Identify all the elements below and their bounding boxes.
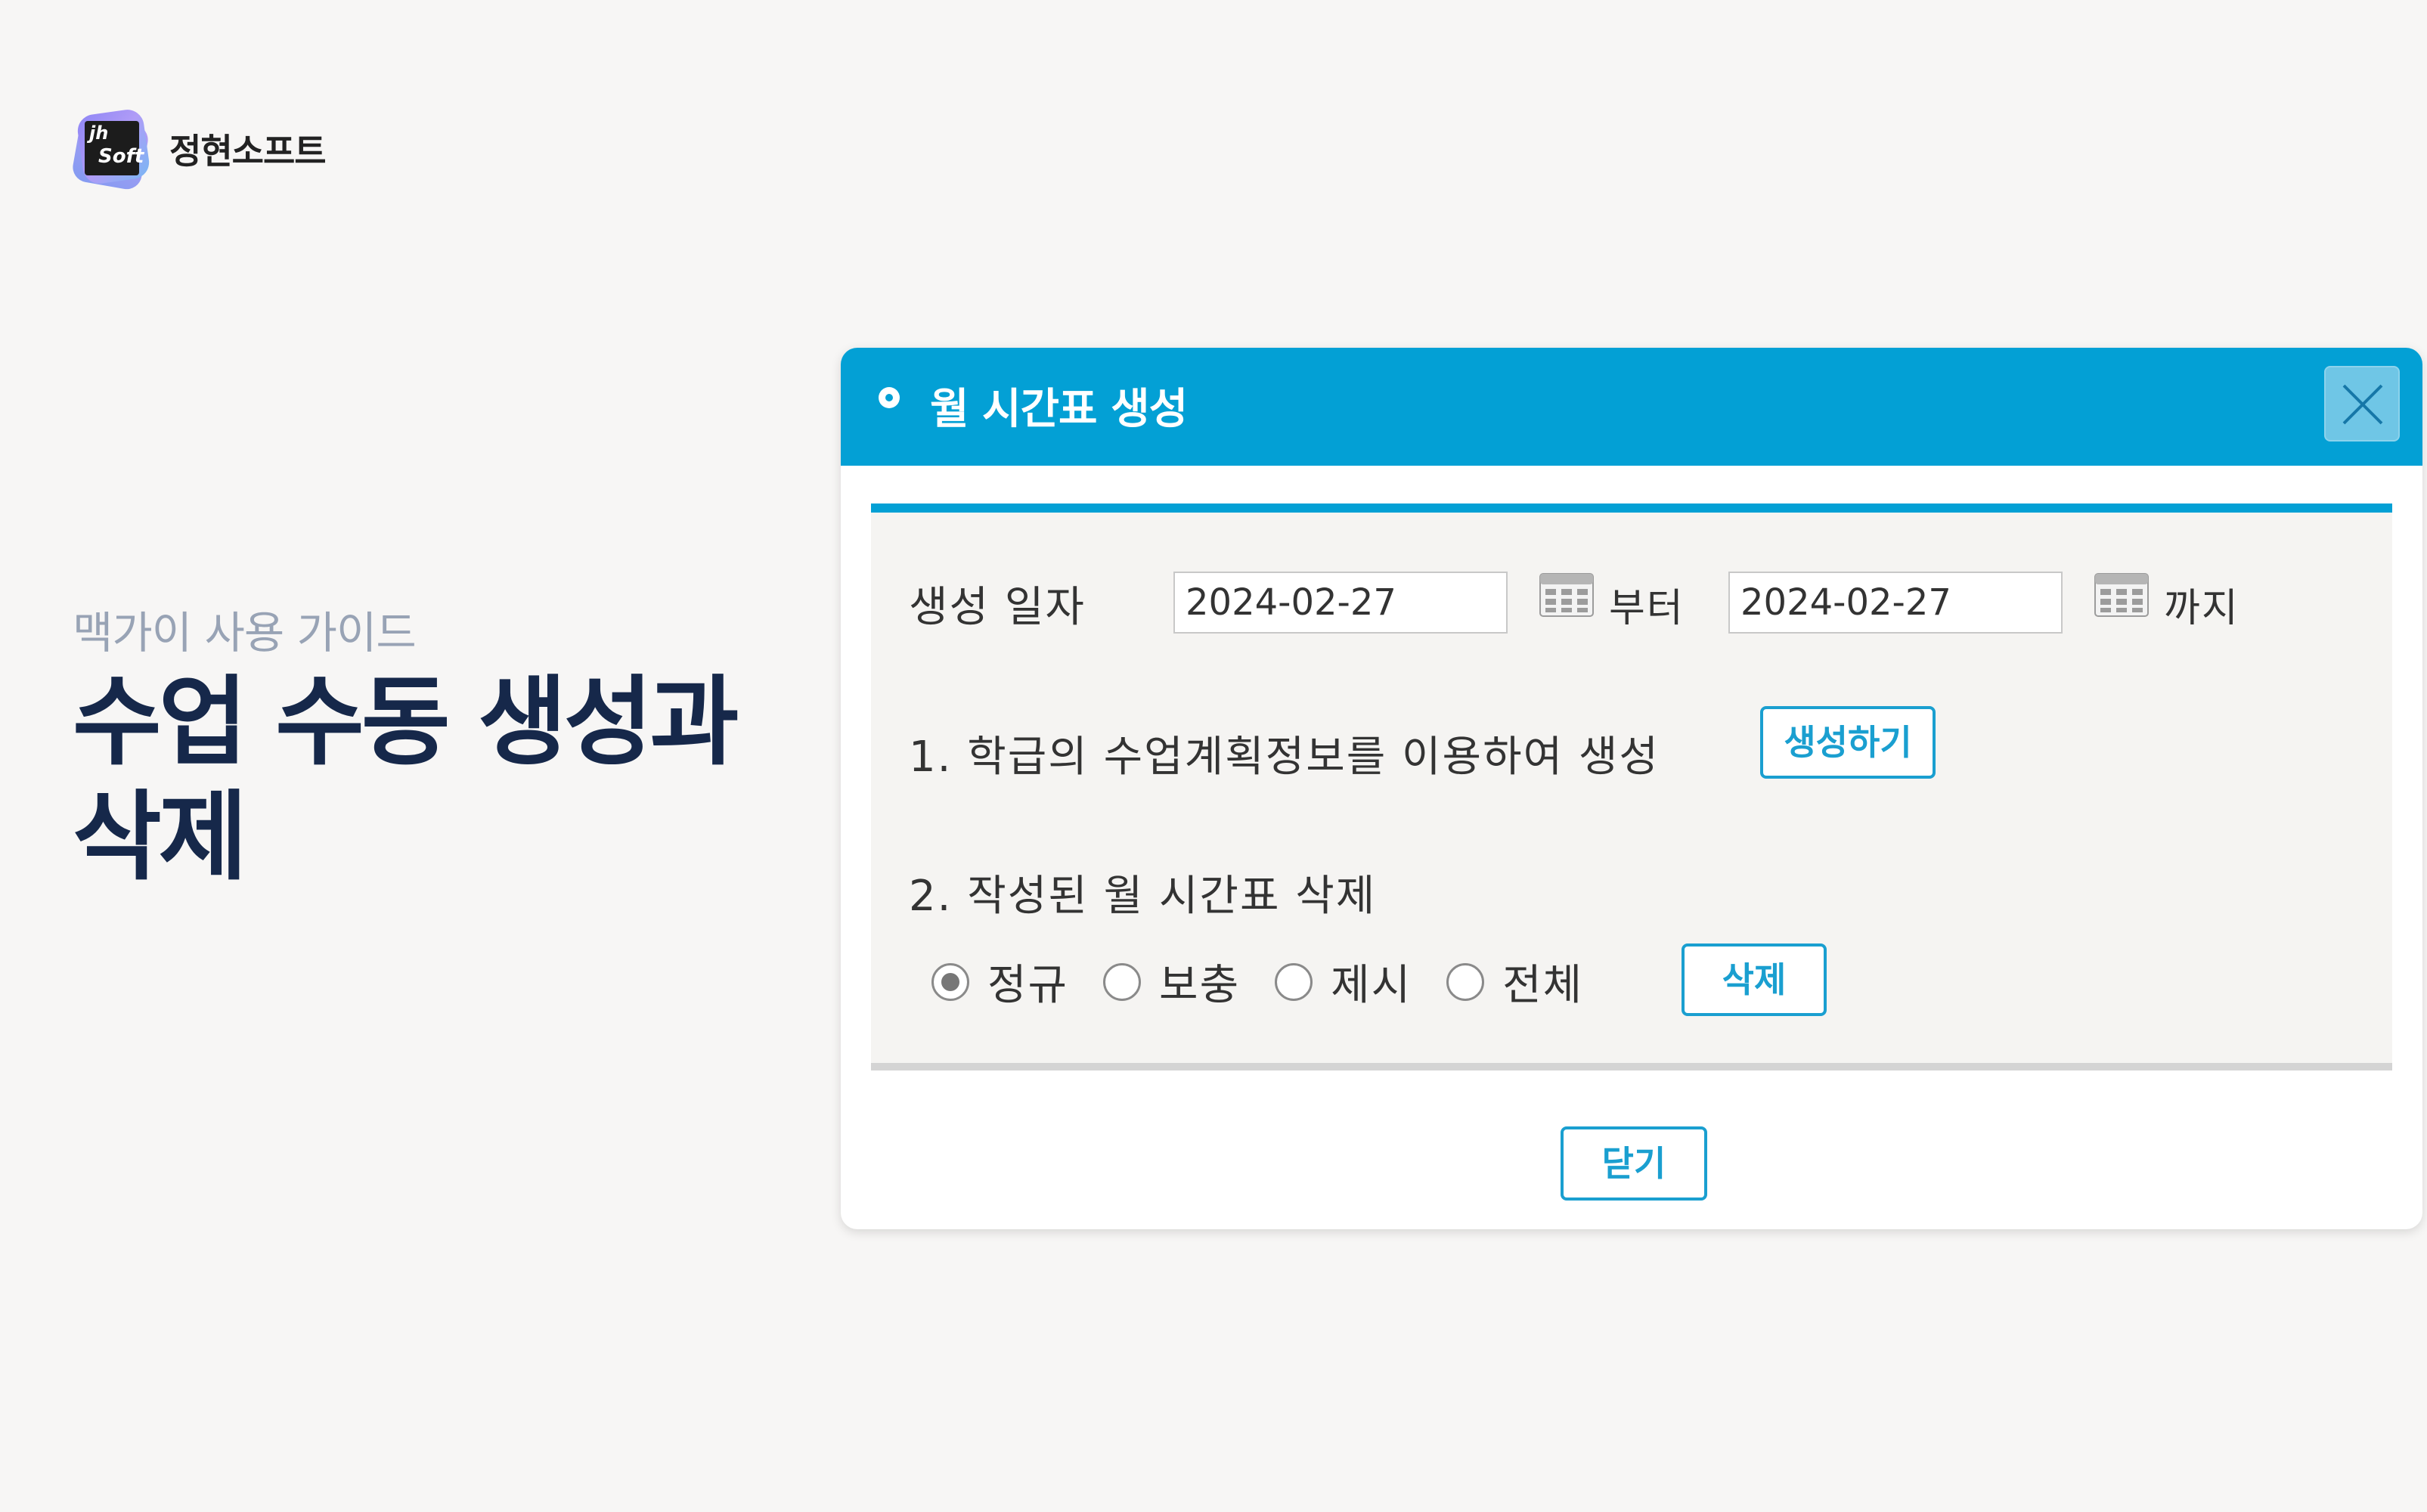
section2-label: 2. 작성된 월 시간표 삭제 [909,872,1377,921]
radio-button[interactable] [1103,962,1142,1001]
jhsoft-logo-icon: jh Soft [70,107,156,192]
calendar-icon[interactable] [1539,573,1594,617]
radio-option-presentation[interactable]: 제시 [1275,951,1412,1012]
start-date-input[interactable]: 2024-02-27 [1173,572,1508,634]
radio-option-supplementary[interactable]: 보충 [1103,951,1240,1012]
close-button[interactable] [2324,366,2400,442]
dialog-panel: 생성 일자 2024-02-27 부터 2024-02-27 까지 1. 학급의… [871,503,2392,1070]
delete-button[interactable]: 삭제 [1682,943,1827,1016]
monthly-timetable-dialog: 월 시간표 생성 생성 일자 2024-02-27 부터 2024-02-27 [841,348,2422,1229]
radio-button[interactable] [1275,962,1313,1001]
section1-label: 1. 학급의 수업계획정보를 이용하여 생성 [909,733,1660,782]
brand-name: 정현소프트 [169,131,327,172]
from-label: 부터 [1609,586,1685,631]
page-title: 수업 수동 생성과 삭제 [73,666,739,894]
calendar-icon[interactable] [2094,573,2149,617]
to-label: 까지 [2164,586,2239,631]
close-icon [2342,384,2383,425]
close-dialog-button[interactable]: 닫기 [1561,1126,1707,1201]
dialog-title: 월 시간표 생성 [930,385,1188,434]
creation-date-label: 생성 일자 [909,583,1086,632]
guide-label: 맥가이 사용 가이드 [73,607,417,658]
radio-option-all[interactable]: 전체 [1446,951,1583,1012]
radio-button[interactable] [1446,962,1485,1001]
radio-option-regular[interactable]: 정규 [931,951,1068,1012]
delete-type-radio-group: 정규 보충 제시 전체 [931,951,1618,1012]
radio-button[interactable] [931,962,969,1001]
generate-button[interactable]: 생성하기 [1760,706,1936,779]
brand: jh Soft 정현소프트 [70,107,327,192]
bullet-icon [879,387,900,408]
end-date-input[interactable]: 2024-02-27 [1728,572,2063,634]
dialog-header: 월 시간표 생성 [841,348,2422,466]
